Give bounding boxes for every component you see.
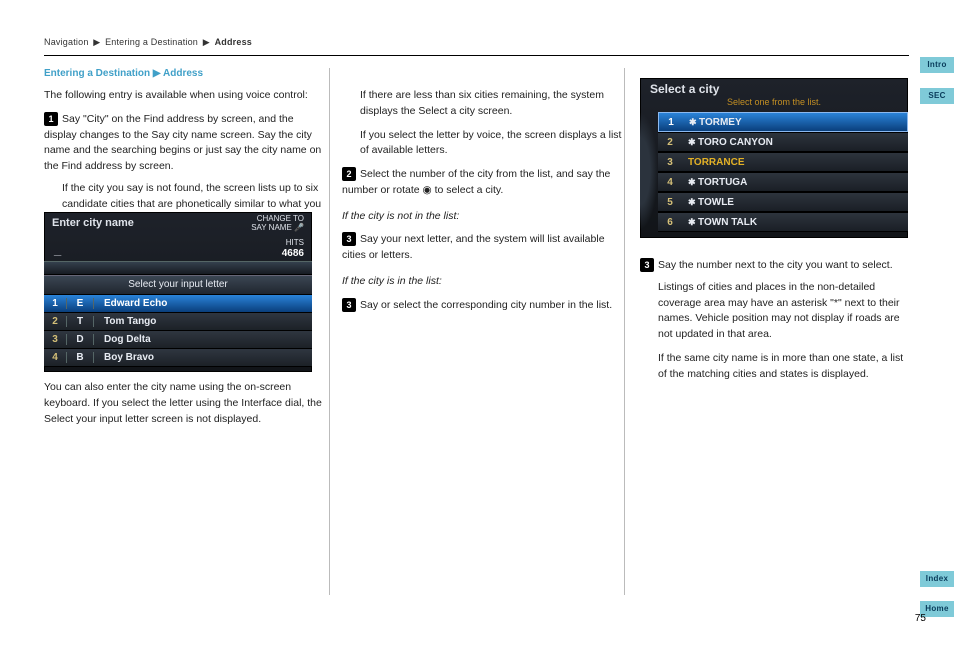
col3-p2: If the same city name is in more than on…	[658, 351, 908, 383]
list-item: 1EEdward Echo	[44, 295, 312, 313]
col2-step3a: 3Say your next letter, and the system wi…	[342, 232, 622, 264]
breadcrumb: Navigation ▶ Entering a Destination ▶ Ad…	[44, 37, 252, 48]
shot1-banner: Select your input letter	[44, 275, 312, 295]
col2-p1: If there are less than six cities remain…	[360, 88, 622, 120]
shot1-hits: HITS4686	[282, 239, 304, 259]
tab-sec[interactable]: SEC	[920, 88, 954, 104]
col3-step3-text: Say the number next to the city you want…	[658, 259, 893, 271]
breadcrumb-sep-1: ▶	[93, 37, 100, 47]
col3-step3: 3 Say the number next to the city you wan…	[640, 258, 908, 274]
column-divider-1	[329, 68, 330, 595]
column-1-lower: You can also enter the city name using t…	[44, 380, 324, 435]
column-2: If there are less than six cities remain…	[342, 88, 622, 319]
step-number-3a: 3	[342, 232, 356, 246]
tab-intro[interactable]: Intro	[920, 57, 954, 73]
col2-step2-after: to select a city.	[432, 184, 504, 196]
step-number-3b: 3	[342, 298, 356, 312]
shot1-cursor: _	[54, 242, 61, 257]
step-number-2: 2	[342, 167, 356, 181]
breadcrumb-2: Entering a Destination	[105, 37, 198, 47]
page-title: Entering a Destination ▶ Address	[44, 68, 203, 79]
shot1-title: Enter city name	[52, 217, 134, 229]
col1-intro: The following entry is available when us…	[44, 88, 324, 104]
shot1-change-to: CHANGE TOSAY NAME 🎤	[251, 215, 304, 233]
breadcrumb-sep-2: ▶	[203, 37, 210, 47]
shot1-keyboard-bar	[44, 261, 312, 275]
divider-top	[44, 55, 909, 56]
column-3: 3 Say the number next to the city you wan…	[640, 88, 908, 390]
col3-p1: Listings of cities and places in the non…	[658, 280, 908, 343]
column-divider-2	[624, 68, 625, 595]
screenshot-enter-city-name: Enter city name CHANGE TOSAY NAME 🎤 HITS…	[44, 212, 312, 372]
voice-icon: 🎤	[294, 223, 304, 232]
list-item: 4BBoy Bravo	[44, 349, 312, 367]
col2-sub-a: If the city is not in the list:	[342, 209, 622, 225]
col1-step1-text: Say "City" on the Find address by screen…	[44, 113, 321, 172]
col2-step2: 2Select the number of the city from the …	[342, 167, 622, 199]
list-item: 2TTom Tango	[44, 313, 312, 331]
col2-step3b-text: Say or select the corresponding city num…	[360, 299, 612, 311]
step-number-3: 3	[640, 258, 654, 272]
tab-index[interactable]: Index	[920, 571, 954, 587]
breadcrumb-3: Address	[215, 37, 252, 47]
col2-sub-b: If the city is in the list:	[342, 274, 622, 290]
breadcrumb-1: Navigation	[44, 37, 89, 47]
dial-icon: ◉	[423, 184, 432, 196]
step-number-1: 1	[44, 112, 58, 126]
col2-step3b: 3 Say or select the corresponding city nu…	[342, 298, 622, 314]
col1-step1: 1Say "City" on the Find address by scree…	[44, 112, 324, 175]
page-number: 75	[915, 613, 926, 624]
col1-after-shot: You can also enter the city name using t…	[44, 380, 324, 427]
col2-step3a-text: Say your next letter, and the system wil…	[342, 233, 605, 261]
list-item: 3DDog Delta	[44, 331, 312, 349]
shot1-rows: 1EEdward Echo 2TTom Tango 3DDog Delta 4B…	[44, 295, 312, 367]
col2-p2: If you select the letter by voice, the s…	[360, 128, 622, 160]
